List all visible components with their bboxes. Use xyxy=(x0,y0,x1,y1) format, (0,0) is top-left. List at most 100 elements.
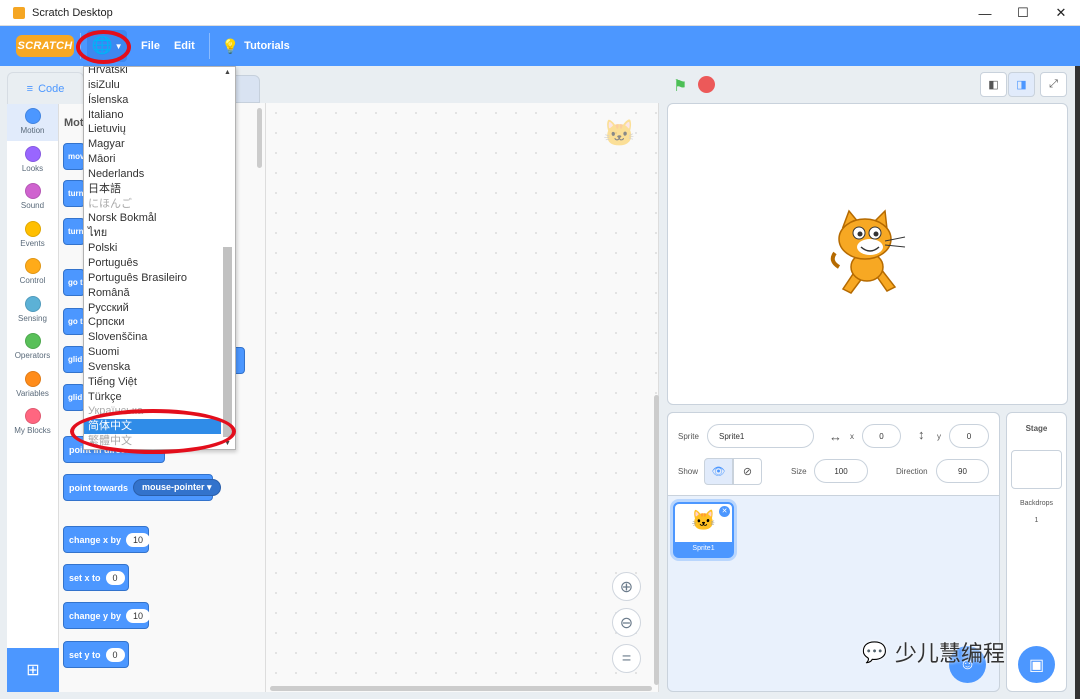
zoom-reset-button[interactable]: = xyxy=(612,644,641,673)
set-y-block[interactable]: set y to 0 xyxy=(63,641,129,668)
language-option[interactable]: にほんご xyxy=(84,197,235,212)
delete-sprite-icon[interactable]: ✕ xyxy=(719,506,730,517)
motion-block[interactable]: glid xyxy=(63,346,85,373)
language-option[interactable]: ไทย xyxy=(84,226,235,241)
language-option[interactable]: Nederlands xyxy=(84,167,235,182)
tutorials-button[interactable]: 💡 Tutorials xyxy=(222,38,290,55)
x-input[interactable]: 0 xyxy=(862,424,901,448)
stop-icon[interactable] xyxy=(698,76,715,93)
language-scrollbar[interactable]: ▲ ▼ xyxy=(222,69,233,447)
language-option[interactable]: Tiếng Việt xyxy=(84,375,235,390)
language-option[interactable]: Русский xyxy=(84,301,235,316)
stage-thumbnail[interactable] xyxy=(1011,450,1062,489)
point-towards-block[interactable]: point towards mouse-pointer ▾ xyxy=(63,474,221,501)
language-option[interactable]: Hrvatski xyxy=(84,67,235,78)
small-stage-button[interactable]: ◧ xyxy=(980,72,1007,97)
workspace-horizontal-scrollbar[interactable] xyxy=(270,686,652,691)
change-y-input[interactable]: 10 xyxy=(126,608,151,623)
language-option[interactable]: Suomi xyxy=(84,345,235,360)
language-option[interactable]: Māori xyxy=(84,152,235,167)
language-dropdown[interactable]: Hrvatski isiZulu Íslenska Italiano Lietuvių M… xyxy=(83,66,236,450)
show-visible-button[interactable]: 👁 xyxy=(704,458,733,485)
change-y-block[interactable]: change y by 10 xyxy=(63,602,151,629)
language-option[interactable]: Português Brasileiro xyxy=(84,271,235,286)
motion-block[interactable]: glid xyxy=(63,384,85,411)
set-x-block[interactable]: set x to 0 xyxy=(63,564,129,591)
fullscreen-button[interactable]: ⤢ xyxy=(1040,72,1067,97)
image-add-icon: ▣ xyxy=(1028,656,1045,674)
scratch-logo[interactable]: SCRATCH xyxy=(16,35,74,57)
scroll-thumb[interactable] xyxy=(223,247,232,437)
maximize-button[interactable]: ☐ xyxy=(1004,0,1042,26)
sprite-label: Sprite xyxy=(678,432,699,441)
large-stage-button[interactable]: ◨ xyxy=(1008,72,1035,97)
lightbulb-icon: 💡 xyxy=(221,37,240,54)
direction-input[interactable]: 90 xyxy=(936,459,989,483)
sprite-thumbnail-name: Sprite1 xyxy=(675,542,732,556)
menu-divider xyxy=(208,33,210,59)
stage[interactable] xyxy=(667,103,1068,405)
language-option[interactable]: Svenska xyxy=(84,360,235,375)
category-motion[interactable]: Motion xyxy=(7,103,58,141)
mouse-pointer-dropdown[interactable]: mouse-pointer ▾ xyxy=(133,479,221,496)
motion-block[interactable]: go t xyxy=(63,269,85,296)
language-option[interactable]: Norsk Bokmål xyxy=(84,211,235,226)
change-x-block[interactable]: change x by 10 xyxy=(63,526,151,553)
category-label: Motion xyxy=(20,126,45,136)
zoom-in-button[interactable]: ⊕ xyxy=(612,572,641,601)
y-input[interactable]: 0 xyxy=(949,424,989,448)
motion-block[interactable]: turn xyxy=(63,180,85,207)
language-option[interactable]: Lietuvių xyxy=(84,122,235,137)
motion-block[interactable]: go t xyxy=(63,308,85,335)
language-option[interactable]: Polski xyxy=(84,241,235,256)
motion-block[interactable]: turn xyxy=(63,218,85,245)
category-variables[interactable]: Variables xyxy=(7,366,58,404)
language-option[interactable]: 日本語 xyxy=(84,182,235,197)
zoom-out-icon: ⊖ xyxy=(619,614,634,632)
language-option[interactable]: Italiano xyxy=(84,108,235,123)
category-control[interactable]: Control xyxy=(7,253,58,291)
close-button[interactable]: ✕ xyxy=(1042,0,1080,26)
tab-code[interactable]: ≡ Code xyxy=(7,72,84,104)
category-dot-icon xyxy=(24,333,41,350)
sprite-thumbnail[interactable]: 🐱 ✕ Sprite1 xyxy=(673,502,734,558)
category-operators[interactable]: Operators xyxy=(7,328,58,366)
add-extension-button[interactable]: ⊞ xyxy=(7,648,59,692)
category-my-blocks[interactable]: My Blocks xyxy=(7,403,58,441)
minimize-button[interactable]: — xyxy=(966,0,1004,26)
category-events[interactable]: Events xyxy=(7,216,58,254)
language-option[interactable]: isiZulu xyxy=(84,78,235,93)
edit-menu[interactable]: Edit xyxy=(174,40,195,52)
language-option[interactable]: Português xyxy=(84,256,235,271)
file-menu[interactable]: File xyxy=(141,40,160,52)
title-bar: Scratch Desktop — ☐ ✕ xyxy=(0,0,1080,26)
category-looks[interactable]: Looks xyxy=(7,141,58,179)
add-backdrop-button[interactable]: ▣ xyxy=(1018,646,1055,683)
language-option[interactable]: Íslenska xyxy=(84,93,235,108)
set-x-input[interactable]: 0 xyxy=(105,570,125,585)
category-sensing[interactable]: Sensing xyxy=(7,291,58,329)
eye-icon: 👁 xyxy=(711,466,726,478)
language-option[interactable]: Slovenščina xyxy=(84,330,235,345)
sprite-name-input[interactable]: Sprite1 xyxy=(707,424,814,448)
category-sound[interactable]: Sound xyxy=(7,178,58,216)
language-option[interactable]: Magyar xyxy=(84,137,235,152)
workspace-vertical-scrollbar[interactable] xyxy=(654,395,659,685)
cat-sprite[interactable] xyxy=(825,209,915,309)
change-x-input[interactable]: 10 xyxy=(126,532,151,547)
language-option[interactable]: Română xyxy=(84,286,235,301)
scroll-up-icon[interactable]: ▲ xyxy=(224,69,231,76)
menu-bar: SCRATCH 🌐 ▼ File Edit 💡 Tutorials xyxy=(0,26,1080,66)
block-label: point towards xyxy=(69,482,128,493)
motion-block[interactable]: mov xyxy=(63,143,85,170)
dropdown-value: mouse-pointer xyxy=(142,482,205,492)
language-option[interactable]: Српски xyxy=(84,315,235,330)
zoom-out-button[interactable]: ⊖ xyxy=(612,608,641,637)
set-y-input[interactable]: 0 xyxy=(105,647,125,662)
language-option[interactable]: Türkçe xyxy=(84,390,235,405)
palette-scrollbar[interactable] xyxy=(257,108,262,168)
green-flag-icon[interactable]: ⚑ xyxy=(673,76,687,96)
show-hidden-button[interactable]: ⊘ xyxy=(733,458,762,485)
size-input[interactable]: 100 xyxy=(814,459,868,483)
code-workspace[interactable] xyxy=(266,103,659,692)
